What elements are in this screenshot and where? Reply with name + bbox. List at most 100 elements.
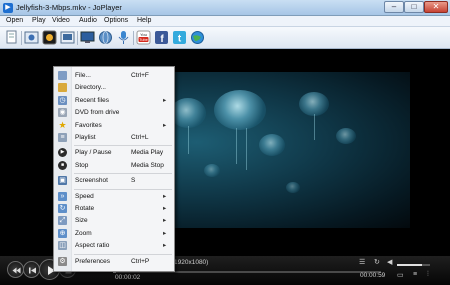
menu-item-directory[interactable]: Directory... xyxy=(54,82,174,94)
jellyfish xyxy=(286,182,300,193)
menu-item-favorites[interactable]: ★ Favorites ▸ xyxy=(54,120,174,132)
toolbar-separator xyxy=(133,31,134,45)
toolbar-separator xyxy=(21,31,22,45)
file-icon xyxy=(58,71,67,80)
menu-item-shortcut: Ctrl+F xyxy=(131,72,149,79)
menu-item-label: Size xyxy=(75,217,88,225)
menu-item-shortcut: S xyxy=(131,177,136,185)
submenu-arrow-icon: ▸ xyxy=(163,205,167,212)
context-menu: File... Ctrl+F Directory... ◷ Recent files ▸ ◉… xyxy=(53,66,175,272)
svg-text:You: You xyxy=(140,32,147,37)
menu-item-shortcut: Ctrl+L xyxy=(131,134,149,141)
maximize-button[interactable]: □ xyxy=(404,1,424,13)
globe-search-icon[interactable] xyxy=(98,30,113,45)
menu-item-label: Rotate xyxy=(75,205,95,212)
open-file-icon[interactable] xyxy=(4,30,19,45)
menu-options[interactable]: Options xyxy=(104,17,128,24)
submenu-arrow-icon: ▸ xyxy=(163,217,167,225)
menu-item-label: Recent files xyxy=(75,96,109,104)
minimize-button[interactable]: – xyxy=(384,1,404,13)
star-icon: ★ xyxy=(58,119,67,130)
menu-item-zoom[interactable]: ⊕ Zoom ▸ xyxy=(54,228,174,240)
menu-item-label: Favorites xyxy=(75,121,102,129)
title-bar[interactable]: ▶ Jellyfish-3-Mbps.mkv - JoPlayer – □ ✕ xyxy=(0,0,450,16)
speed-icon: » xyxy=(58,191,67,201)
web-icon[interactable] xyxy=(190,30,205,45)
volume-icon[interactable]: ◀ xyxy=(387,258,392,266)
screenshot-icon: ▣ xyxy=(58,176,67,186)
menu-item-label: Preferences xyxy=(75,257,111,265)
aspect-ratio-icon: ◫ xyxy=(58,241,67,251)
facebook-icon[interactable]: f xyxy=(154,30,169,45)
menu-item-aspect-ratio[interactable]: ◫ Aspect ratio ▸ xyxy=(54,240,174,252)
menu-item-dvd-from-drive[interactable]: ◉ DVD from drive xyxy=(54,107,174,119)
play-pause-icon: ▶ xyxy=(58,148,67,158)
menu-item-recent-files[interactable]: ◷ Recent files ▸ xyxy=(54,95,174,107)
menu-item-label: Directory... xyxy=(75,84,106,92)
equalizer-icon[interactable]: ⫶ xyxy=(427,271,429,279)
menu-item-playlist[interactable]: ≡ Playlist Ctrl+L xyxy=(54,132,174,144)
jellyfish xyxy=(259,134,285,156)
menu-audio[interactable]: Audio xyxy=(79,17,97,24)
menu-open[interactable]: Open xyxy=(6,17,23,24)
video-resolution: 1920x1080) xyxy=(174,259,209,266)
monitor-icon[interactable] xyxy=(80,30,95,45)
menu-item-rotate[interactable]: ↻ Rotate ▸ xyxy=(54,203,174,215)
repeat-icon[interactable]: ↻ xyxy=(374,258,380,266)
jellyfish-tentacle xyxy=(236,128,237,164)
fullscreen-icon[interactable]: ▭ xyxy=(397,271,404,279)
submenu-arrow-icon: ▸ xyxy=(163,96,167,104)
menu-item-label: File... xyxy=(75,72,91,79)
menu-item-preferences[interactable]: ⚙ Preferences Ctrl+P xyxy=(54,256,174,268)
playlist-icon[interactable]: ☰ xyxy=(359,258,365,266)
menu-bar: Open Play Video Audio Options Help xyxy=(0,16,450,27)
menu-item-speed[interactable]: » Speed ▸ xyxy=(54,191,174,203)
dvd-icon: ◉ xyxy=(58,108,67,118)
size-icon: ⤢ xyxy=(58,216,67,226)
jellyfish xyxy=(204,164,220,177)
stop-icon: ■ xyxy=(58,160,67,170)
jellyfish-tentacle xyxy=(246,128,247,170)
zoom-icon: ⊕ xyxy=(58,228,67,238)
toolbar-separator xyxy=(77,31,78,45)
close-button[interactable]: ✕ xyxy=(424,1,448,13)
current-time: 00:00:02 xyxy=(115,274,141,281)
toolbar: You Tube f t xyxy=(0,27,450,49)
gear-icon: ⚙ xyxy=(58,256,67,266)
jellyfish xyxy=(299,92,329,116)
menu-item-size[interactable]: ⤢ Size ▸ xyxy=(54,215,174,227)
menu-play[interactable]: Play xyxy=(32,17,46,24)
menu-item-screenshot[interactable]: ▣ Screenshot S xyxy=(54,175,174,187)
menu-item-label: DVD from drive xyxy=(75,109,120,117)
rewind-button[interactable] xyxy=(23,261,40,278)
rotate-icon: ↻ xyxy=(58,204,67,213)
volume-slider[interactable] xyxy=(397,264,430,266)
menu-icon[interactable]: ≡ xyxy=(413,271,417,278)
folder-icon xyxy=(58,83,67,93)
submenu-arrow-icon: ▸ xyxy=(163,121,167,129)
youtube-icon[interactable]: You Tube xyxy=(136,30,151,45)
microphone-icon[interactable] xyxy=(116,30,131,45)
menu-separator xyxy=(74,188,172,190)
menu-item-file[interactable]: File... Ctrl+F xyxy=(54,70,174,82)
menu-item-label: Zoom xyxy=(75,229,92,237)
subtitles-icon[interactable] xyxy=(42,30,57,45)
menu-separator xyxy=(74,145,172,147)
submenu-arrow-icon: ▸ xyxy=(163,229,167,237)
previous-button[interactable] xyxy=(7,261,24,278)
open-image-icon[interactable] xyxy=(24,30,39,45)
twitter-icon[interactable]: t xyxy=(172,30,187,45)
menu-item-label: Speed xyxy=(75,192,94,200)
app-icon: ▶ xyxy=(3,3,13,13)
screenshot-icon[interactable] xyxy=(60,30,75,45)
menu-item-shortcut: Media Stop xyxy=(131,161,164,169)
submenu-arrow-icon: ▸ xyxy=(163,192,167,200)
menu-video[interactable]: Video xyxy=(52,17,70,24)
menu-item-shortcut: Media Play xyxy=(131,149,164,157)
menu-item-stop[interactable]: ■ Stop Media Stop xyxy=(54,160,174,172)
total-time: 00:00:59 xyxy=(360,272,386,279)
menu-item-play-pause[interactable]: ▶ Play / Pause Media Play xyxy=(54,147,174,159)
svg-text:Tube: Tube xyxy=(139,38,148,42)
playlist-icon: ≡ xyxy=(58,133,67,142)
menu-help[interactable]: Help xyxy=(137,17,151,24)
